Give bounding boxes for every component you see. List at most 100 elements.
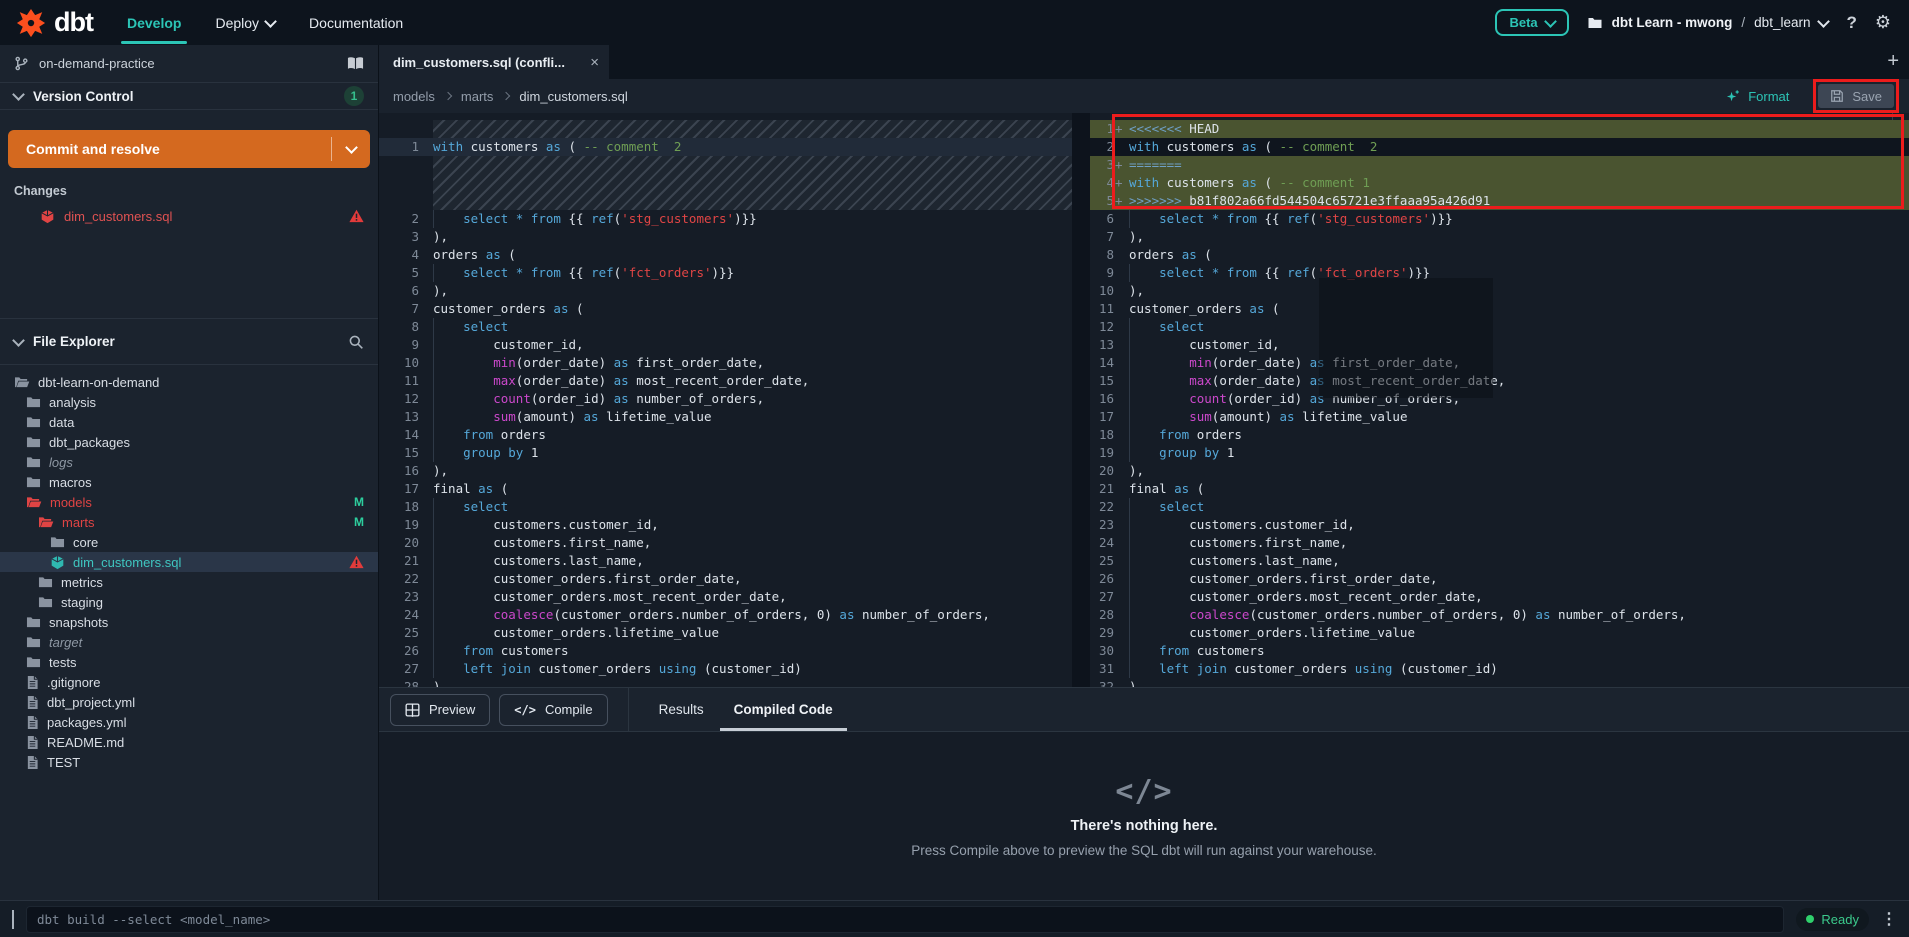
dbt-logo-icon [16,8,46,38]
line-number: 17 [379,480,433,498]
chevron-down-icon [1818,15,1831,28]
tree-item-snapshots[interactable]: snapshots [0,612,378,632]
tree-item-dbt-learn-on-demand[interactable]: dbt-learn-on-demand [0,372,378,392]
tree-item-staging[interactable]: staging [0,592,378,612]
new-tab-plus-icon[interactable]: + [1887,50,1899,72]
dbt-logo[interactable]: dbt [16,7,93,38]
account-project-switcher[interactable]: dbt Learn - mwong / dbt_learn [1587,15,1829,31]
tree-item-marts[interactable]: martsM [0,512,378,532]
line-number: 8 [1090,246,1114,264]
tree-item-label: macros [49,475,364,490]
tree-item-macros[interactable]: macros [0,472,378,492]
tree-item-dbt_project.yml[interactable]: dbt_project.yml [0,692,378,712]
code-line: 7customer_orders as ( [379,300,1072,318]
changed-file-row[interactable]: dim_customers.sql [0,206,378,226]
tree-item-metrics[interactable]: metrics [0,572,378,592]
results-toolbar: Preview </> Compile Results Compiled Cod… [379,688,1909,732]
line-number: 7 [1090,228,1114,246]
folder-icon [26,415,41,429]
chevron-down-icon [1544,15,1557,28]
line-number: 23 [379,588,433,606]
line-number: 30 [1090,642,1114,660]
tree-item-analysis[interactable]: analysis [0,392,378,412]
line-number: 20 [1090,462,1114,480]
tree-item-.gitignore[interactable]: .gitignore [0,672,378,692]
tree-item-models[interactable]: modelsM [0,492,378,512]
command-input[interactable] [26,906,1784,933]
folder-icon [26,455,41,469]
commit-options-caret[interactable] [331,137,370,161]
beta-dropdown[interactable]: Beta [1495,9,1568,36]
tab-compiled-code[interactable]: Compiled Code [734,688,833,731]
code-line: 17 sum(amount) as lifetime_value [1090,408,1909,426]
folder-icon [26,435,41,449]
docs-book-icon[interactable] [347,56,364,71]
status-badge: Ready [1796,908,1869,931]
tree-item-dbt_packages[interactable]: dbt_packages [0,432,378,452]
folder-icon [38,575,53,589]
file-explorer-header[interactable]: File Explorer [0,318,378,365]
tree-item-dim_customers.sql[interactable]: dim_customers.sql [0,552,378,572]
folder-icon [26,395,41,409]
added-line-marker [1114,408,1129,426]
diff-pane-separator[interactable] [1072,113,1090,687]
code-line: 19 group by 1 [1090,444,1909,462]
changes-count-badge: 1 [344,86,364,106]
file-tree[interactable]: dbt-learn-on-demandanalysisdatadbt_packa… [0,365,378,772]
line-number: 9 [1090,264,1114,282]
save-button[interactable]: Save [1818,84,1894,108]
breadcrumb-file[interactable]: dim_customers.sql [519,89,627,104]
line-number: 11 [1090,300,1114,318]
tree-item-README.md[interactable]: README.md [0,732,378,752]
code-line: 14 min(order_date) as first_order_date, [1090,354,1909,372]
account-name: dbt Learn - mwong [1612,15,1733,30]
help-icon[interactable]: ? [1846,13,1856,33]
command-bar: Ready ⋮ [0,900,1909,937]
code-line: 11customer_orders as ( [1090,300,1909,318]
tree-item-packages.yml[interactable]: packages.yml [0,712,378,732]
branch-row[interactable]: on-demand-practice [0,45,378,83]
nav-documentation[interactable]: Documentation [309,0,403,45]
format-button[interactable]: Format [1725,89,1789,104]
nav-develop[interactable]: Develop [127,0,181,45]
diff-missing-region [379,156,1072,210]
chevron-down-icon [264,15,277,28]
line-number: 18 [379,498,433,516]
nav-deploy[interactable]: Deploy [215,0,275,45]
tree-item-label: marts [62,515,346,530]
code-line: 13 sum(amount) as lifetime_value [379,408,1072,426]
breadcrumb-marts[interactable]: marts [461,89,494,104]
tree-item-data[interactable]: data [0,412,378,432]
tree-item-target[interactable]: target [0,632,378,652]
line-number: 1 [1090,120,1114,138]
diff-pane-current[interactable]: 1with customers as ( -- comment 22 selec… [379,113,1072,687]
code-line: 28) [379,678,1072,687]
tab-dim-customers[interactable]: dim_customers.sql (confli... × [379,45,609,79]
preview-button[interactable]: Preview [390,694,490,726]
version-control-header[interactable]: Version Control 1 [0,83,378,110]
added-line-marker: + [1114,120,1129,138]
tree-item-tests[interactable]: tests [0,652,378,672]
chevron-up-icon[interactable] [12,910,14,928]
compile-button[interactable]: </> Compile [499,694,607,726]
breadcrumb-models[interactable]: models [393,89,435,104]
commit-and-resolve-button[interactable]: Commit and resolve [8,130,370,168]
line-number: 15 [1090,372,1114,390]
tab-close-icon[interactable]: × [590,54,599,71]
settings-gear-icon[interactable]: ⚙ [1875,12,1891,33]
tree-item-label: logs [49,455,364,470]
tree-item-core[interactable]: core [0,532,378,552]
kebab-menu-icon[interactable]: ⋮ [1881,909,1897,929]
line-number: 19 [379,516,433,534]
tab-results[interactable]: Results [659,688,704,731]
code-line: 18 from orders [1090,426,1909,444]
changes-section-label: Changes [14,184,378,198]
tree-item-logs[interactable]: logs [0,452,378,472]
search-icon[interactable] [348,334,364,350]
code-line: 31 left join customer_orders using (cust… [1090,660,1909,678]
diff-editor[interactable]: 1with customers as ( -- comment 22 selec… [379,113,1909,687]
tree-item-TEST[interactable]: TEST [0,752,378,772]
code-line: 21final as ( [1090,480,1909,498]
added-line-marker [1114,336,1129,354]
diff-pane-result[interactable]: 1+<<<<<<< HEAD2with customers as ( -- co… [1090,113,1909,687]
